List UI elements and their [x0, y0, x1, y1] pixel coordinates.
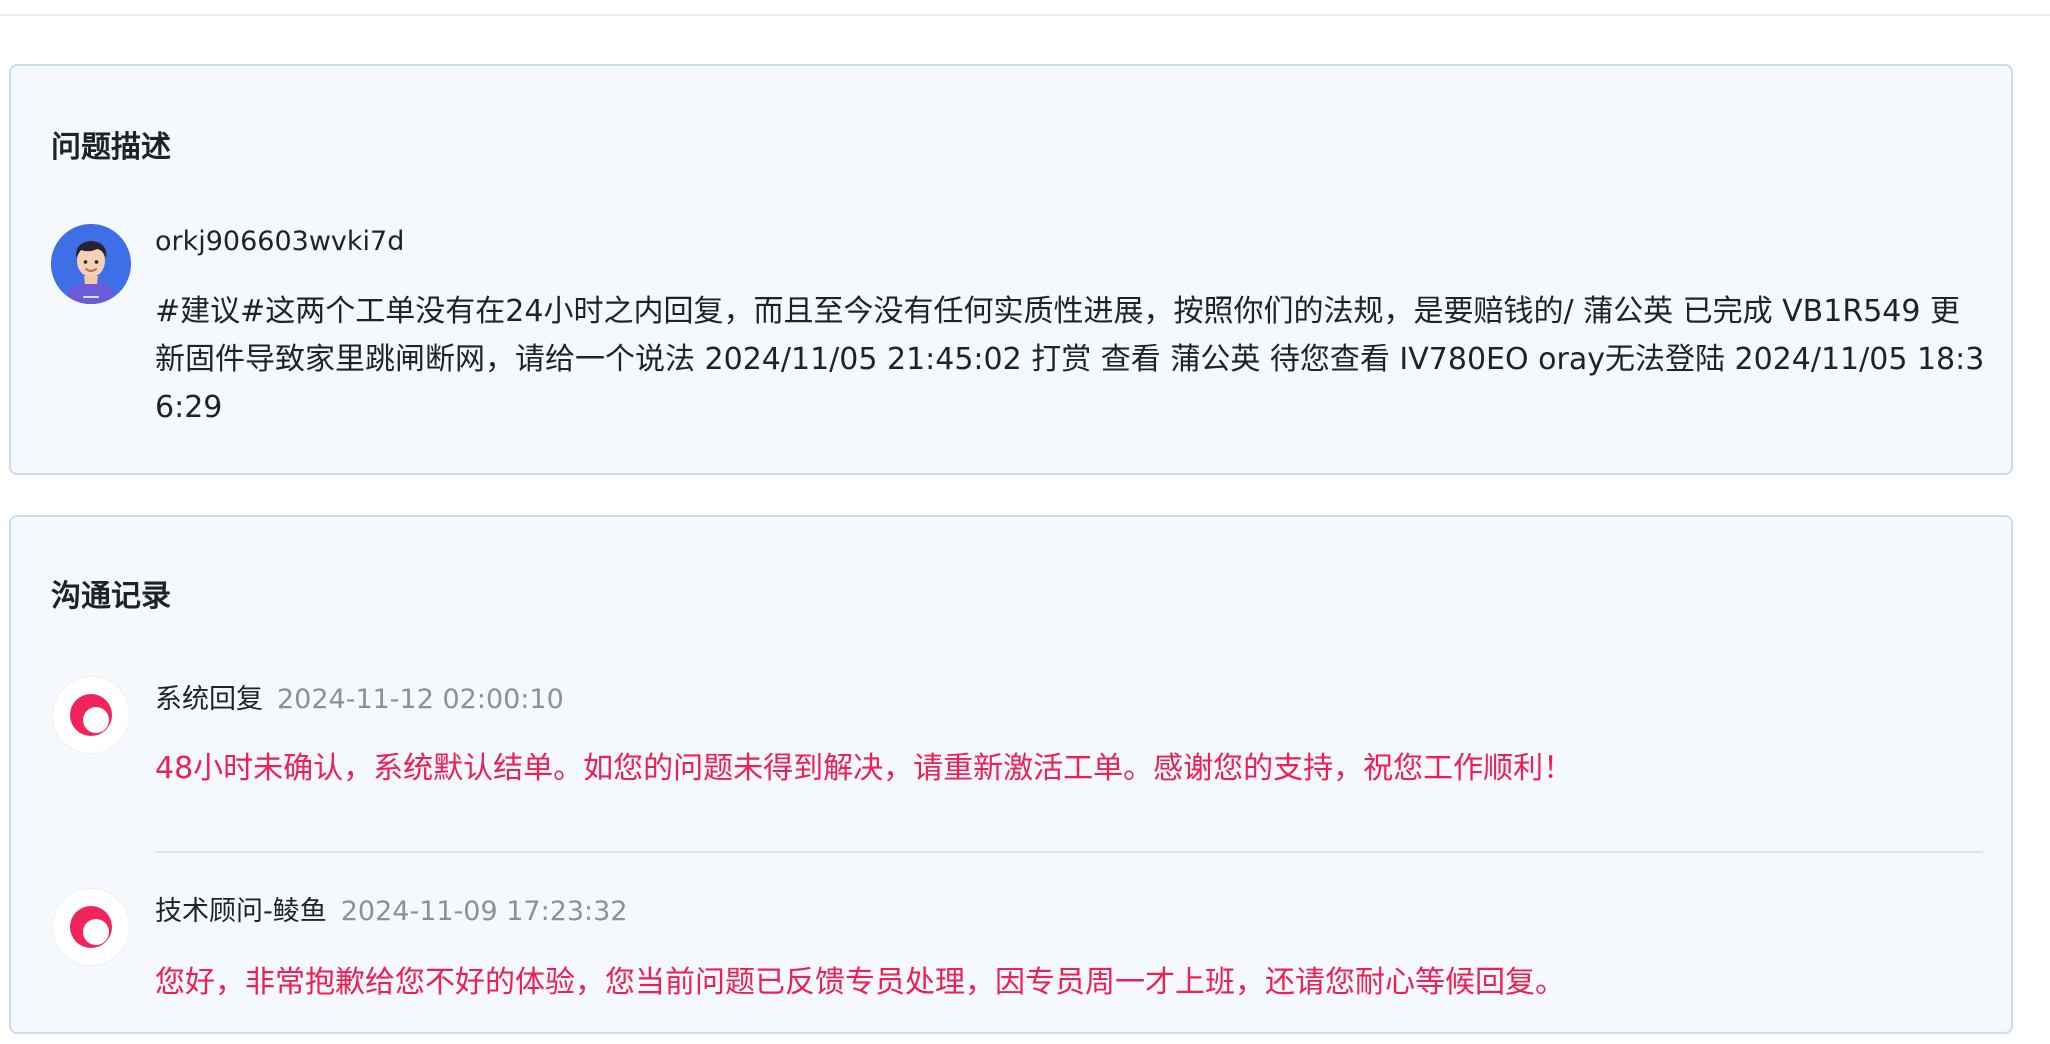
log-entry-header: 技术顾问-鲮鱼 2024-11-09 17:23:32 [155, 889, 628, 928]
log-entry-header: 系统回复 2024-11-12 02:00:10 [155, 677, 564, 716]
log-entry-author: 技术顾问-鲮鱼 [155, 896, 327, 927]
log-entry-time: 2024-11-12 02:00:10 [277, 684, 564, 715]
log-entry-message: 48小时未确认，系统默认结单。如您的问题未得到解决，请重新激活工单。感谢您的支持… [155, 751, 1574, 786]
communication-log-card: 沟通记录 系统回复 2024-11-12 02:00:10 48小时未确认，系统默… [9, 515, 2013, 1034]
top-divider [0, 14, 2050, 16]
username: orkj906603wvki7d [155, 226, 405, 257]
log-entry-time: 2024-11-09 17:23:32 [340, 896, 628, 927]
problem-content: #建议#这两个工单没有在24小时之内回复，而且至今没有任何实质性进展，按照你们的… [155, 294, 1985, 425]
log-divider [155, 851, 1983, 853]
user-avatar-icon [51, 224, 131, 304]
communication-log-title: 沟通记录 [51, 579, 171, 614]
brand-logo-icon [53, 677, 129, 753]
brand-logo-icon [53, 889, 129, 965]
log-entry-author: 系统回复 [155, 684, 263, 715]
problem-description-title: 问题描述 [51, 130, 171, 165]
problem-description-card: 问题描述 orkj906603wvki7d #建议#这两个工单没有在24小时之内… [9, 64, 2013, 475]
log-entry-message: 您好，非常抱歉给您不好的体验，您当前问题已反馈专员处理，因专员周一才上班，还请您… [155, 965, 1565, 1000]
